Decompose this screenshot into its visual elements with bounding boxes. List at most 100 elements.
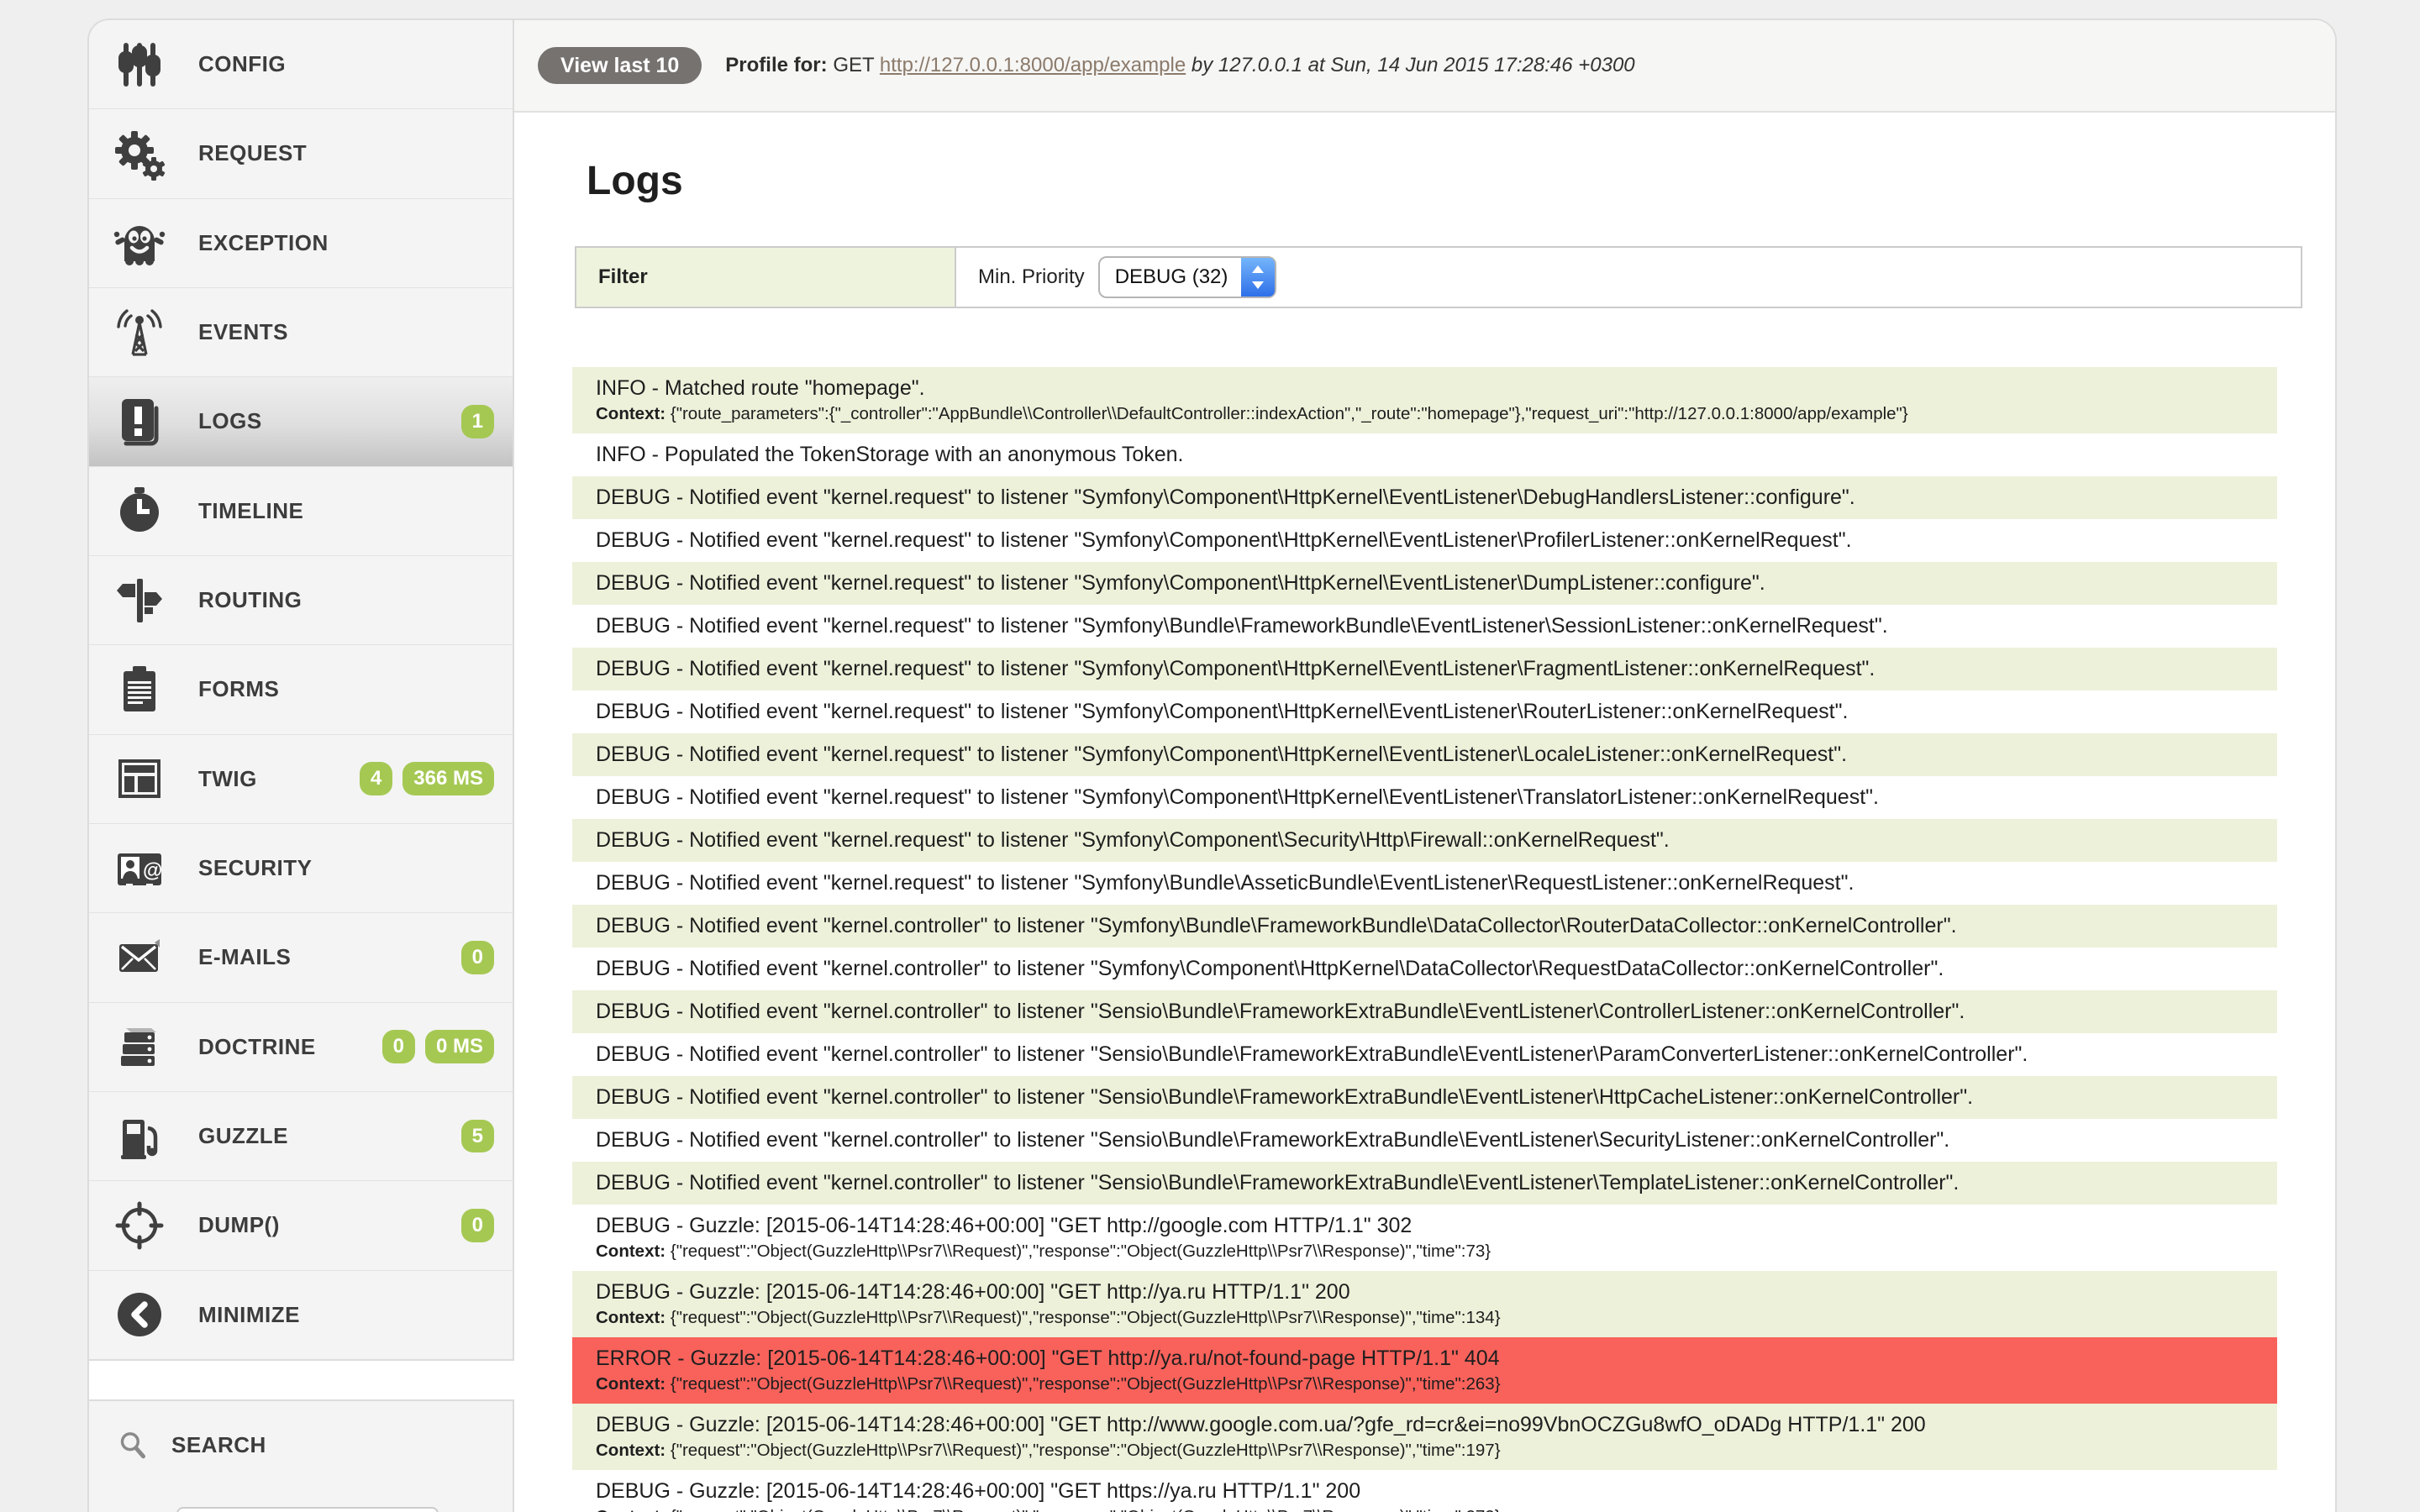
database-icon <box>113 1020 166 1074</box>
log-message: ERROR - Guzzle: [2015-06-14T14:28:46+00:… <box>596 1347 2257 1371</box>
monster-icon <box>113 216 166 270</box>
log-message: DEBUG - Notified event "kernel.controlle… <box>596 1085 2257 1110</box>
clipboard-icon <box>113 663 166 717</box>
log-message: DEBUG - Notified event "kernel.controlle… <box>596 1171 2257 1195</box>
selected-priority: DEBUG (32) <box>1115 265 1228 289</box>
sidebar-item-events[interactable]: EVENTS <box>89 288 513 377</box>
log-context: Context: {"request":"Object(GuzzleHttp\\… <box>596 1507 2257 1512</box>
log-context: Context: {"request":"Object(GuzzleHttp\\… <box>596 1242 2257 1262</box>
sidebar-item-guzzle[interactable]: GUZZLE 5 <box>89 1092 513 1181</box>
log-row: INFO - Populated the TokenStorage with a… <box>572 433 2277 476</box>
log-context: Context: {"request":"Object(GuzzleHttp\\… <box>596 1308 2257 1328</box>
badge-group: 4 366 MS <box>360 762 494 795</box>
sidebar-item-label: TWIG <box>198 766 257 792</box>
log-book-icon <box>113 395 166 449</box>
min-priority-select[interactable]: DEBUG (32) <box>1098 256 1277 298</box>
sidebar-item-security[interactable]: SECURITY <box>89 824 513 913</box>
filter-label: Filter <box>576 248 956 307</box>
search-header: SEARCH <box>89 1401 513 1462</box>
log-message: DEBUG - Guzzle: [2015-06-14T14:28:46+00:… <box>596 1280 2257 1305</box>
log-message: DEBUG - Guzzle: [2015-06-14T14:28:46+00:… <box>596 1214 2257 1238</box>
count-badge: 0 <box>382 1030 415 1063</box>
sidebar-item-forms[interactable]: FORMS <box>89 645 513 734</box>
log-message: DEBUG - Notified event "kernel.controlle… <box>596 1042 2257 1067</box>
log-message: DEBUG - Notified event "kernel.request" … <box>596 571 2257 596</box>
sidebar-item-request[interactable]: REQUEST <box>89 109 513 198</box>
log-message: DEBUG - Guzzle: [2015-06-14T14:28:46+00:… <box>596 1479 2257 1504</box>
log-message: INFO - Populated the TokenStorage with a… <box>596 443 2257 467</box>
filter-controls: Min. Priority DEBUG (32) <box>956 248 2301 307</box>
profile-date: Sun, 14 Jun 2015 17:28:46 +0300 <box>1330 54 1634 76</box>
log-message: DEBUG - Notified event "kernel.request" … <box>596 743 2257 767</box>
count-badge: 366 MS <box>402 762 494 795</box>
profiler-page: CONFIG REQUEST EXCEPTION <box>0 0 2420 1512</box>
request-method: GET <box>833 54 874 76</box>
log-row: ERROR - Guzzle: [2015-06-14T14:28:46+00:… <box>572 1337 2277 1404</box>
log-message: INFO - Matched route "homepage". <box>596 376 2257 401</box>
main-content: Logs Filter Min. Priority DEBUG (32) <box>514 113 2335 1512</box>
profile-for-label: Profile for: <box>725 54 827 76</box>
log-context: Context: {"route_parameters":{"_controll… <box>596 404 2257 424</box>
sidebar-item-routing[interactable]: ROUTING <box>89 556 513 645</box>
sidebar-item-logs[interactable]: LOGS 1 <box>89 377 513 466</box>
sliders-icon <box>113 38 166 92</box>
search-input[interactable] <box>176 1507 439 1512</box>
log-row: INFO - Matched route "homepage". Context… <box>572 367 2277 433</box>
sidebar-item-label: REQUEST <box>198 140 307 166</box>
count-badge: 0 MS <box>425 1030 494 1063</box>
min-priority-label: Min. Priority <box>978 265 1085 289</box>
log-row: DEBUG - Notified event "kernel.request" … <box>572 862 2277 905</box>
search-icon <box>116 1428 150 1462</box>
badge-group: 5 <box>461 1120 494 1153</box>
count-badge: 0 <box>461 1209 494 1242</box>
sidebar-item-emails[interactable]: E-MAILS 0 <box>89 913 513 1002</box>
sidebar-item-label: SECURITY <box>198 855 312 881</box>
page-title: Logs <box>587 158 2335 204</box>
sidebar-item-label: DUMP() <box>198 1212 280 1238</box>
count-badge: 0 <box>461 941 494 974</box>
sidebar-item-dump[interactable]: DUMP() 0 <box>89 1181 513 1270</box>
log-message: DEBUG - Notified event "kernel.request" … <box>596 486 2257 510</box>
sidebar-item-timeline[interactable]: TIMELINE <box>89 467 513 556</box>
sidebar-item-doctrine[interactable]: DOCTRINE 00 MS <box>89 1003 513 1092</box>
log-row: DEBUG - Guzzle: [2015-06-14T14:28:46+00:… <box>572 1271 2277 1337</box>
log-row: DEBUG - Guzzle: [2015-06-14T14:28:46+00:… <box>572 1404 2277 1470</box>
log-row: DEBUG - Notified event "kernel.controlle… <box>572 990 2277 1033</box>
count-badge: 4 <box>360 762 392 795</box>
log-context: Context: {"request":"Object(GuzzleHttp\\… <box>596 1441 2257 1461</box>
search-panel: SEARCH <box>89 1399 514 1512</box>
profile-url-link[interactable]: http://127.0.0.1:8000/app/example <box>880 54 1186 76</box>
sidebar-item-label: E-MAILS <box>198 944 291 970</box>
sidebar-item-label: TIMELINE <box>198 498 303 524</box>
id-card-icon <box>113 842 166 895</box>
sidebar-item-label: LOGS <box>198 408 262 434</box>
view-last-10-button[interactable]: View last 10 <box>538 47 702 84</box>
count-badge: 5 <box>461 1120 494 1153</box>
log-message: DEBUG - Notified event "kernel.request" … <box>596 614 2257 638</box>
search-label: SEARCH <box>171 1432 266 1458</box>
sidebar-item-exception[interactable]: EXCEPTION <box>89 199 513 288</box>
log-row: DEBUG - Notified event "kernel.controlle… <box>572 905 2277 948</box>
log-message: DEBUG - Notified event "kernel.request" … <box>596 871 2257 895</box>
minimize-circle-icon <box>113 1288 166 1341</box>
sidebar-item-minimize[interactable]: MINIMIZE <box>89 1271 513 1359</box>
log-message: DEBUG - Notified event "kernel.controlle… <box>596 1128 2257 1152</box>
badge-group: 0 <box>461 941 494 974</box>
sidebar-item-label: ROUTING <box>198 587 302 613</box>
sidebar-item-config[interactable]: CONFIG <box>89 20 513 109</box>
log-row: DEBUG - Notified event "kernel.request" … <box>572 733 2277 776</box>
log-row: DEBUG - Notified event "kernel.request" … <box>572 605 2277 648</box>
log-row: DEBUG - Notified event "kernel.controlle… <box>572 1162 2277 1205</box>
sidebar-item-label: FORMS <box>198 676 279 702</box>
log-row: DEBUG - Notified event "kernel.request" … <box>572 476 2277 519</box>
log-row: DEBUG - Notified event "kernel.request" … <box>572 562 2277 605</box>
log-message: DEBUG - Notified event "kernel.request" … <box>596 785 2257 810</box>
clock-icon <box>113 484 166 538</box>
log-row: DEBUG - Notified event "kernel.request" … <box>572 690 2277 733</box>
log-message: DEBUG - Notified event "kernel.request" … <box>596 828 2257 853</box>
sidebar-item-twig[interactable]: TWIG 4 366 MS <box>89 735 513 824</box>
log-message: DEBUG - Notified event "kernel.request" … <box>596 528 2257 553</box>
profiler-panel: CONFIG REQUEST EXCEPTION <box>87 18 2337 1512</box>
count-badge: 1 <box>461 405 494 438</box>
log-row: DEBUG - Notified event "kernel.controlle… <box>572 948 2277 990</box>
